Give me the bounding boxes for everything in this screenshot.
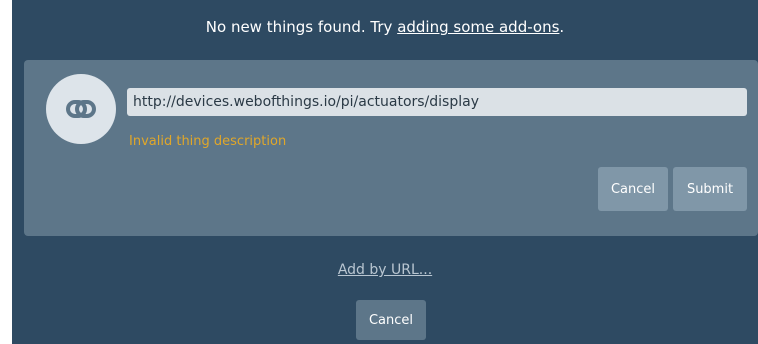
notice-prefix: No new things found. Try	[205, 18, 398, 36]
add-things-screen: No new things found. Try adding some add…	[12, 0, 758, 344]
card-cancel-button[interactable]: Cancel	[598, 167, 668, 211]
thing-url-input[interactable]	[127, 88, 747, 116]
add-by-url: Add by URL...	[12, 262, 758, 278]
cancel-button[interactable]: Cancel	[356, 300, 426, 340]
add-ons-link[interactable]: adding some add-ons	[397, 18, 559, 36]
link-icon	[46, 74, 116, 144]
notice-suffix: .	[559, 18, 565, 36]
add-url-card: Invalid thing description Cancel Submit	[24, 60, 758, 236]
error-message: Invalid thing description	[129, 134, 287, 149]
add-by-url-link[interactable]: Add by URL...	[338, 262, 432, 278]
submit-button[interactable]: Submit	[673, 167, 747, 211]
no-things-notice: No new things found. Try adding some add…	[12, 18, 758, 36]
